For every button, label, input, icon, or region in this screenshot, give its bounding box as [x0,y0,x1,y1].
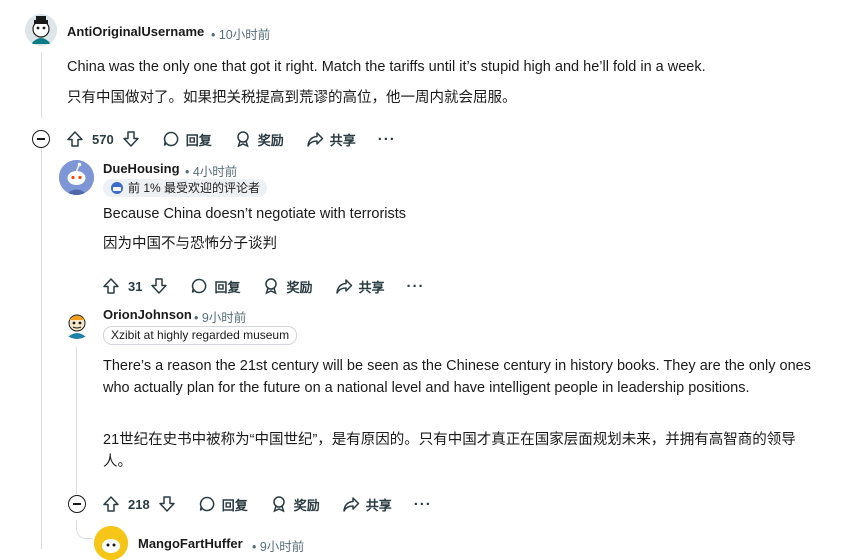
comment-actions: 570 回复 奖励 共享 ··· [66,127,418,151]
avatar[interactable] [59,160,94,195]
comment-actions: 218 回复 奖励 共享 ··· [102,492,454,516]
award-label: 奖励 [257,132,284,148]
comment-body-zh: 因为中国不与恐怖分子谈判 [103,236,277,252]
award-icon [234,130,252,148]
comment-username[interactable]: DueHousing [103,161,180,176]
share-icon [306,130,324,148]
avatar[interactable] [25,14,57,46]
share-button[interactable]: 共享 [335,277,385,296]
reply-label: 回复 [214,279,241,295]
share-button[interactable]: 共享 [306,130,356,149]
avatar[interactable] [94,526,128,560]
reply-button[interactable]: 回复 [198,495,248,514]
award-button[interactable]: 奖励 [234,130,284,149]
award-icon [262,277,280,295]
downvote-icon[interactable] [122,130,140,148]
more-icon[interactable]: ··· [407,278,425,295]
comment-body-en: Because China doesn’t negotiate with ter… [103,206,407,222]
vote-count: 570 [92,131,114,147]
upvote-icon[interactable] [102,495,120,513]
downvote-icon[interactable] [158,495,176,513]
more-icon[interactable]: ··· [378,131,396,148]
comment-time: • 9小时前 [252,540,305,554]
award-label: 奖励 [293,497,320,513]
thread-line-orion [76,347,77,494]
reply-connector [76,520,93,539]
comment-actions: 31 回复 奖励 共享 ··· [102,274,447,298]
share-label: 共享 [329,132,356,148]
comment-icon [190,277,208,295]
more-icon[interactable]: ··· [414,496,432,513]
comment-username[interactable]: AntiOriginalUsername [67,24,204,39]
thread-line-root [41,52,42,118]
vote-group: 570 [66,130,140,148]
user-flair: 前 1% 最受欢迎的评论者 [103,179,268,197]
award-icon [270,495,288,513]
vote-count: 31 [128,278,143,294]
share-icon [335,277,353,295]
comment-body-zh: 只有中国做对了。如果把关税提高到荒谬的高位，他一周内就会屈服。 [67,90,517,106]
avatar[interactable] [61,307,93,339]
award-button[interactable]: 奖励 [270,495,320,514]
thread-line-root-children [41,147,42,549]
share-label: 共享 [365,497,392,513]
comment-time: • 4小时前 [185,165,238,179]
share-button[interactable]: 共享 [342,495,392,514]
comment-icon [198,495,216,513]
collapse-icon[interactable] [32,130,50,148]
reply-label: 回复 [185,132,212,148]
user-flair: Xzibit at highly regarded museum [103,326,298,345]
collapse-icon[interactable] [68,495,86,513]
comment-time: • 9小时前 [194,311,247,325]
vote-group: 218 [102,495,176,513]
vote-count: 218 [128,496,150,512]
share-label: 共享 [358,279,385,295]
contributor-badge-icon [110,181,124,195]
vote-group: 31 [102,277,168,295]
award-button[interactable]: 奖励 [262,277,313,296]
share-icon [342,495,360,513]
upvote-icon[interactable] [66,130,84,148]
comment-username[interactable]: OrionJohnson [103,307,192,322]
comment-body-en: There’s a reason the 21st century will b… [103,358,811,396]
comment-body-zh: 21世纪在史书中被称为“中国世纪”，是有原因的。只有中国才真正在国家层面规划未来… [103,432,796,470]
comment-time: • 10小时前 [211,28,271,42]
comment-icon [162,130,180,148]
upvote-icon[interactable] [102,277,120,295]
user-flair-text: 前 1% 最受欢迎的评论者 [128,181,261,195]
comment-body-en: China was the only one that got it right… [67,59,706,75]
reply-button[interactable]: 回复 [190,277,240,296]
user-flair-text: Xzibit at highly regarded museum [111,328,290,342]
award-label: 奖励 [286,279,313,295]
reply-label: 回复 [221,497,248,513]
reply-button[interactable]: 回复 [162,130,212,149]
downvote-icon[interactable] [150,277,168,295]
